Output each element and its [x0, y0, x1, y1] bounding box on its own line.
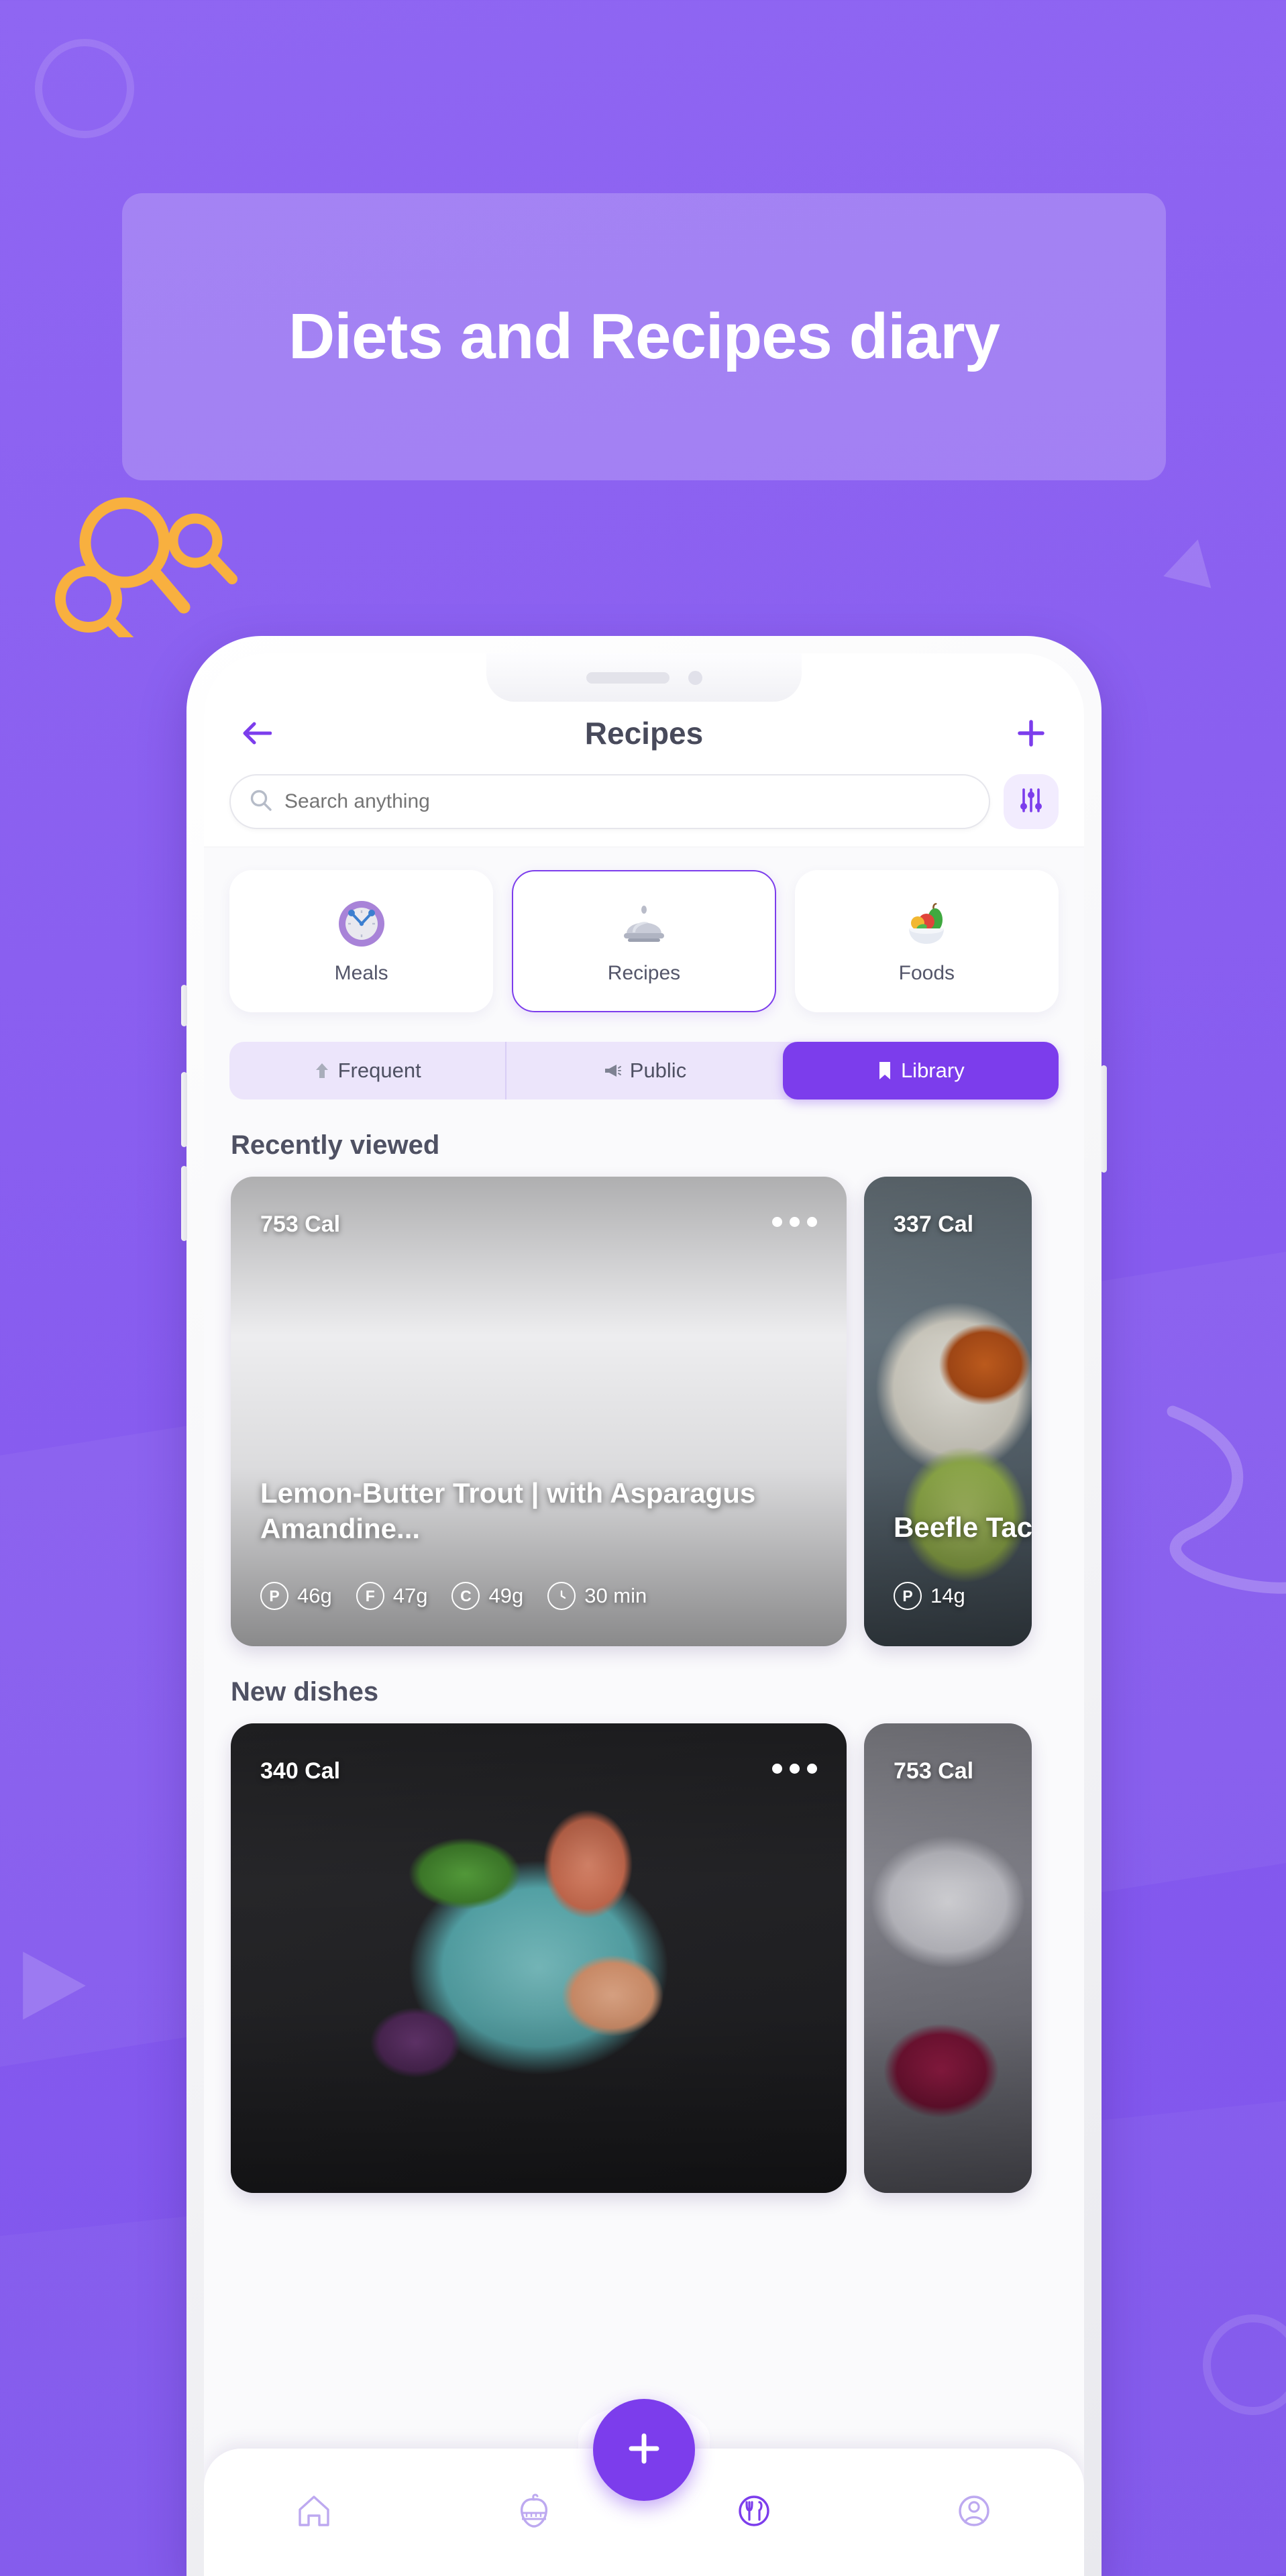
search-row — [229, 774, 1059, 829]
recipe-card[interactable]: 753 Cal Lemon-Butter Trout | with Aspara… — [231, 1177, 847, 1646]
sliders-icon — [1017, 786, 1045, 818]
phone-mockup: Recipes Search anything Meals Recipes Fo… — [181, 636, 1107, 2576]
recipe-rail-recently-viewed[interactable]: 753 Cal Lemon-Butter Trout | with Aspara… — [204, 1177, 1084, 1646]
category-card-meals[interactable]: Meals — [229, 870, 494, 1012]
profile-icon — [953, 2490, 995, 2535]
decorative-swirl-line — [1154, 1402, 1286, 1597]
segment-label: Public — [629, 1059, 687, 1082]
macro-row: P 14g — [894, 1582, 965, 1610]
phone-mute-switch — [181, 985, 187, 1026]
phone-volume-down-button — [181, 1166, 187, 1241]
nav-item-weight[interactable] — [497, 2475, 571, 2549]
recipe-title: Beefle Tacos — [894, 1511, 1032, 1544]
add-entry-fab[interactable] — [593, 2399, 695, 2501]
calorie-badge: 753 Cal — [894, 1758, 974, 1784]
category-label: Foods — [898, 962, 955, 984]
clock-icon — [547, 1582, 576, 1610]
recipe-card[interactable]: 337 Cal Beefle Tacos P 14g — [864, 1177, 1032, 1646]
home-icon — [293, 2490, 335, 2535]
category-row: Meals Recipes Foods — [204, 870, 1084, 1012]
calorie-badge: 753 Cal — [260, 1212, 341, 1237]
fruit-bowl-icon — [900, 898, 953, 950]
phone-power-button — [1101, 1065, 1107, 1173]
segment-frequent[interactable]: Frequent — [229, 1042, 505, 1099]
recipe-card[interactable]: 753 Cal — [864, 1723, 1032, 2193]
decorative-ring-top-left — [35, 39, 134, 138]
cloche-icon — [618, 898, 670, 950]
macro-badge: P — [894, 1582, 922, 1610]
macro-protein: P 46g — [260, 1582, 332, 1610]
phone-volume-up-button — [181, 1072, 187, 1147]
macro-value: 30 min — [584, 1584, 647, 1607]
add-recipe-button[interactable] — [1010, 712, 1052, 754]
photo-overlay — [864, 1723, 1032, 2193]
recipe-rail-new-dishes[interactable]: 340 Cal 753 Cal — [204, 1723, 1084, 2193]
decorative-triangle-left — [23, 1951, 86, 2020]
macro-badge: P — [260, 1582, 288, 1610]
segment-label: Frequent — [337, 1059, 421, 1082]
macro-value: 49g — [488, 1584, 524, 1607]
macro-protein: P 14g — [894, 1582, 965, 1610]
nav-item-profile[interactable] — [937, 2475, 1011, 2549]
macro-badge: F — [356, 1582, 384, 1610]
decorative-triangle-right — [1161, 531, 1224, 595]
phone-speaker — [586, 672, 669, 684]
category-label: Meals — [334, 962, 388, 984]
segmented-control-wrapper: Frequent Public Library — [229, 1042, 1059, 1099]
category-card-recipes[interactable]: Recipes — [512, 870, 776, 1012]
segment-library[interactable]: Library — [782, 1042, 1059, 1099]
phone-camera — [688, 670, 702, 685]
macro-carbs: C 49g — [451, 1582, 523, 1610]
utensils-icon — [733, 2490, 775, 2535]
content-scroll-area[interactable]: Meals Recipes Foods Frequent Public Libr… — [204, 847, 1084, 2576]
page-title: Recipes — [584, 716, 704, 751]
calorie-badge: 337 Cal — [894, 1212, 974, 1237]
recipe-card[interactable]: 340 Cal — [231, 1723, 847, 2193]
plus-icon — [623, 2427, 665, 2473]
magnifier-logo-icon — [52, 493, 254, 637]
weight-apple-icon — [513, 2490, 555, 2535]
calorie-badge: 340 Cal — [260, 1758, 341, 1784]
photo-overlay — [864, 1177, 1032, 1646]
macro-badge: C — [451, 1582, 480, 1610]
navigation-row: Recipes — [229, 712, 1059, 754]
category-card-foods[interactable]: Foods — [794, 870, 1059, 1012]
app-screen: Recipes Search anything Meals Recipes Fo… — [204, 653, 1084, 2576]
section-title-new-dishes: New dishes — [231, 1677, 379, 1707]
headline-text: Diets and Recipes diary — [288, 301, 1000, 373]
macro-row: P 46g F 47g C 49g 30 min — [260, 1582, 647, 1610]
search-icon — [250, 789, 272, 815]
back-button[interactable] — [236, 712, 278, 754]
filter-button[interactable] — [1004, 774, 1059, 829]
megaphone-icon — [603, 1063, 622, 1079]
clock-icon — [335, 898, 388, 950]
search-input[interactable] — [284, 790, 970, 813]
nav-item-home[interactable] — [277, 2475, 351, 2549]
macro-fat: F 47g — [356, 1582, 428, 1610]
macro-value: 14g — [930, 1584, 965, 1607]
more-dots-icon[interactable] — [772, 1217, 817, 1227]
search-box[interactable] — [229, 774, 990, 829]
arrow-up-icon — [314, 1061, 330, 1080]
more-dots-icon[interactable] — [772, 1764, 817, 1774]
photo-overlay — [231, 1723, 847, 2193]
segmented-control: Frequent Public Library — [229, 1042, 1059, 1099]
recipe-title: Lemon-Butter Trout | with Asparagus Aman… — [260, 1477, 756, 1545]
macro-value: 47g — [392, 1584, 428, 1607]
decorative-ring-bottom-right — [1203, 2314, 1286, 2415]
segment-public[interactable]: Public — [505, 1042, 782, 1099]
section-title-recently-viewed: Recently viewed — [231, 1130, 440, 1160]
segment-label: Library — [900, 1059, 965, 1082]
store-headline-banner: Diets and Recipes diary — [122, 193, 1166, 480]
photo-overlay — [231, 1177, 847, 1646]
category-label: Recipes — [607, 962, 681, 984]
phone-notch — [486, 653, 802, 702]
bookmark-icon — [877, 1061, 893, 1081]
nav-item-recipes[interactable] — [717, 2475, 791, 2549]
macro-value: 46g — [297, 1584, 332, 1607]
macro-time: 30 min — [547, 1582, 647, 1610]
